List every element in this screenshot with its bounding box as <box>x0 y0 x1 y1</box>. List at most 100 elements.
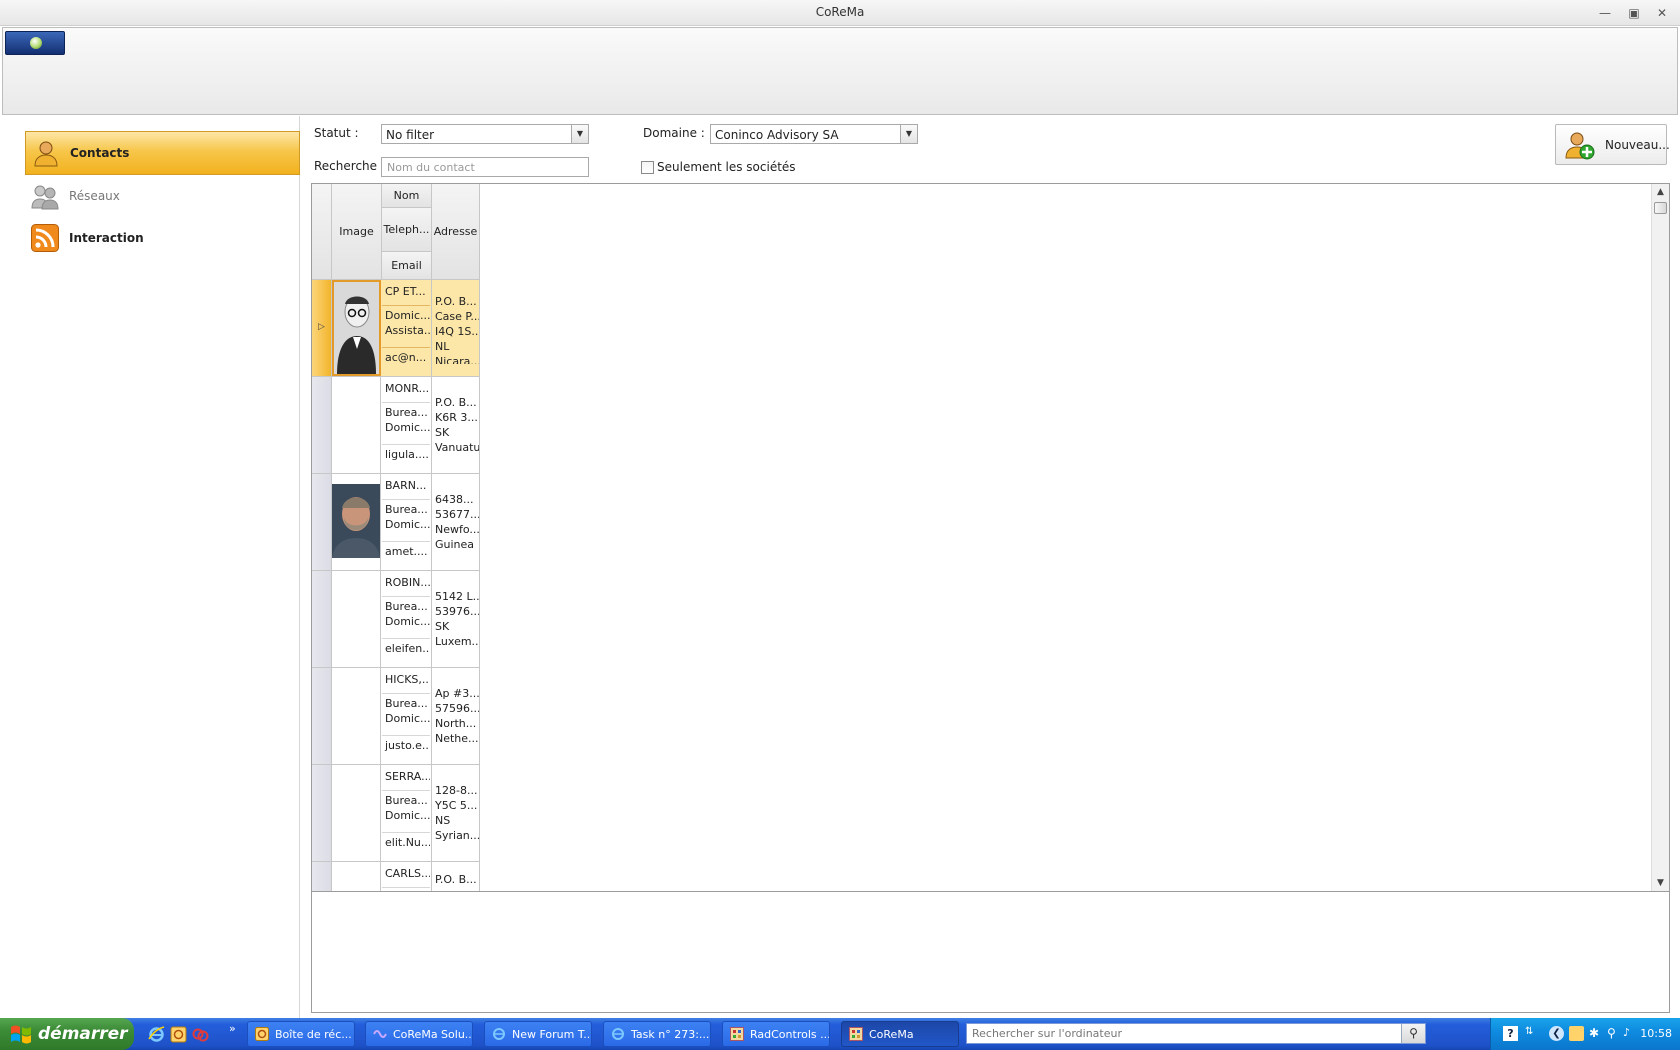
row-indicator[interactable] <box>312 571 332 667</box>
table-row[interactable]: BARN... Burea... Domic... amet.... 6438..… <box>312 474 480 571</box>
phone-line: Burea... <box>385 697 428 710</box>
taskbar-item[interactable]: RadControls ... <box>722 1021 830 1047</box>
row-indicator-header <box>312 184 332 280</box>
address-line: SK <box>435 620 450 633</box>
address-line: 6438... <box>435 493 474 506</box>
contact-photo <box>332 474 381 570</box>
phone-line: Domic... <box>385 615 430 628</box>
row-indicator[interactable] <box>312 377 332 473</box>
scroll-down-icon[interactable]: ▼ <box>1652 875 1669 891</box>
chevron-right-icon[interactable]: » <box>229 1022 246 1039</box>
current-row-icon: ▷ <box>318 322 325 332</box>
statut-combobox[interactable]: No filter ▼ <box>381 124 589 144</box>
taskbar-item-label: RadControls ... <box>750 1027 830 1041</box>
cell-nom: ROBIN... <box>382 575 430 597</box>
nav-item-contacts[interactable]: Contacts <box>25 131 300 175</box>
table-row[interactable]: ▷ CP ET... Domic... Assista... ac@n... P.… <box>312 280 480 377</box>
minimize-icon[interactable]: — <box>1594 5 1616 21</box>
column-header-image[interactable]: Image <box>332 184 382 280</box>
address-line: Guinea <box>435 538 475 551</box>
nav-item-interaction[interactable]: Interaction <box>25 216 300 260</box>
cell-email: ac@n... <box>385 351 427 364</box>
taskbar-item[interactable]: CoReMa Solu... <box>365 1021 473 1047</box>
address-line: 5142 L... <box>435 590 480 603</box>
cell-adresse: P.O. B... K6R 3... SK Vanuatu <box>432 395 480 465</box>
societes-checkbox[interactable] <box>641 161 654 174</box>
address-line: P.O. B... <box>435 396 477 409</box>
cell-telephone: Burea... Domic... <box>382 405 430 445</box>
column-header-nom[interactable]: Nom <box>382 184 432 208</box>
outlook-tray-icon[interactable] <box>1569 1026 1584 1041</box>
row-indicator[interactable] <box>312 862 332 891</box>
cell-email: justo.e... <box>385 739 430 752</box>
domaine-label: Domaine : <box>643 126 705 140</box>
grid-vertical-scrollbar[interactable]: ▲ ▼ <box>1651 184 1669 891</box>
address-line: 53976... <box>435 605 480 618</box>
desktop-search-input[interactable]: Rechercher sur l'ordinateur ⚲ <box>966 1023 1426 1044</box>
close-icon[interactable]: ✕ <box>1651 5 1673 21</box>
chevron-down-icon[interactable]: ▼ <box>571 125 588 143</box>
address-line: Vanuatu <box>435 441 480 454</box>
title-bar: CoReMa — ▣ ✕ <box>0 0 1680 26</box>
column-header-telephone[interactable]: Teleph... <box>382 208 432 252</box>
contacts-icon <box>32 139 60 167</box>
app-shortcut-icon[interactable] <box>192 1026 209 1043</box>
outlook-icon[interactable] <box>170 1026 187 1043</box>
cell-telephone: Burea... Domic... <box>382 599 430 639</box>
ie-icon[interactable] <box>148 1026 165 1043</box>
table-row[interactable]: MONR... Burea... Domic... ligula.... P.O.… <box>312 377 480 474</box>
search-input[interactable] <box>381 157 589 177</box>
address-line: NS <box>435 814 451 827</box>
visual-studio-icon <box>373 1027 387 1041</box>
row-indicator[interactable] <box>312 668 332 764</box>
outlook-icon <box>255 1027 269 1041</box>
start-button[interactable]: démarrer <box>0 1018 134 1050</box>
domaine-combobox[interactable]: Coninco Advisory SA ▼ <box>710 124 918 144</box>
chevron-down-icon[interactable]: ▼ <box>900 125 917 143</box>
address-line: Case P... <box>435 310 480 323</box>
column-header-adresse[interactable]: Adresse <box>432 184 480 280</box>
phone-line: Assista... <box>385 324 430 337</box>
new-button-label: Nouveau... <box>1605 137 1670 152</box>
address-line: 128-8... <box>435 784 478 797</box>
column-header-email[interactable]: Email <box>382 252 432 280</box>
start-label: démarrer <box>38 1024 128 1044</box>
address-line: P.O. B... <box>435 873 477 886</box>
cell-adresse: P.O. B... <box>432 872 480 891</box>
row-indicator[interactable]: ▷ <box>312 280 332 376</box>
chevron-left-icon[interactable]: ❮ <box>1549 1026 1564 1041</box>
puzzle-icon[interactable]: ✱ <box>1589 1026 1604 1041</box>
table-row[interactable]: SERRA... Burea... Domic... elit.Nu... 128… <box>312 765 480 862</box>
table-row[interactable]: CARLS... P.O. B... <box>312 862 480 891</box>
application-menu-button[interactable] <box>5 31 65 55</box>
nav-label-contacts: Contacts <box>70 146 130 160</box>
phone-line: Domic... <box>385 421 430 434</box>
detail-panel <box>311 892 1670 1013</box>
cell-adresse: 5142 L... 53976... SK Luxem... <box>432 589 480 659</box>
search-icon[interactable]: ⚲ <box>1401 1024 1425 1043</box>
help-icon[interactable]: ? <box>1503 1026 1518 1041</box>
scroll-up-icon[interactable]: ▲ <box>1652 184 1669 200</box>
taskbar-item[interactable]: Task n° 273:... <box>603 1021 711 1047</box>
taskbar-item[interactable]: Boîte de réc... <box>247 1021 355 1047</box>
scroll-thumb[interactable] <box>1654 202 1667 214</box>
nav-item-reseaux[interactable]: Réseaux <box>25 174 300 218</box>
taskbar-item[interactable]: New Forum T... <box>484 1021 592 1047</box>
new-contact-button[interactable]: Nouveau... <box>1555 124 1670 165</box>
address-line: Y5C 5... <box>435 799 478 812</box>
maximize-icon[interactable]: ▣ <box>1623 5 1645 21</box>
network-icon[interactable]: ⇅ <box>1525 1026 1540 1041</box>
table-row[interactable]: ROBIN... Burea... Domic... eleifen... 514… <box>312 571 480 668</box>
row-indicator[interactable] <box>312 765 332 861</box>
table-row[interactable]: HICKS,... Burea... Domic... justo.e... Ap… <box>312 668 480 765</box>
taskbar-item-active[interactable]: CoReMa <box>841 1021 959 1047</box>
volume-icon[interactable]: ♪ <box>1623 1026 1638 1041</box>
row-indicator[interactable] <box>312 474 332 570</box>
address-line: Ap #3... <box>435 687 480 700</box>
address-line: Nicara... <box>435 355 480 364</box>
magnifier-icon[interactable]: ⚲ <box>1607 1026 1622 1041</box>
address-line: K6R 3... <box>435 411 478 424</box>
navigation-pane: Contacts Réseaux Interaction <box>0 116 300 1018</box>
phone-line: Burea... <box>385 503 428 516</box>
cell-nom: CARLS... <box>382 866 430 888</box>
